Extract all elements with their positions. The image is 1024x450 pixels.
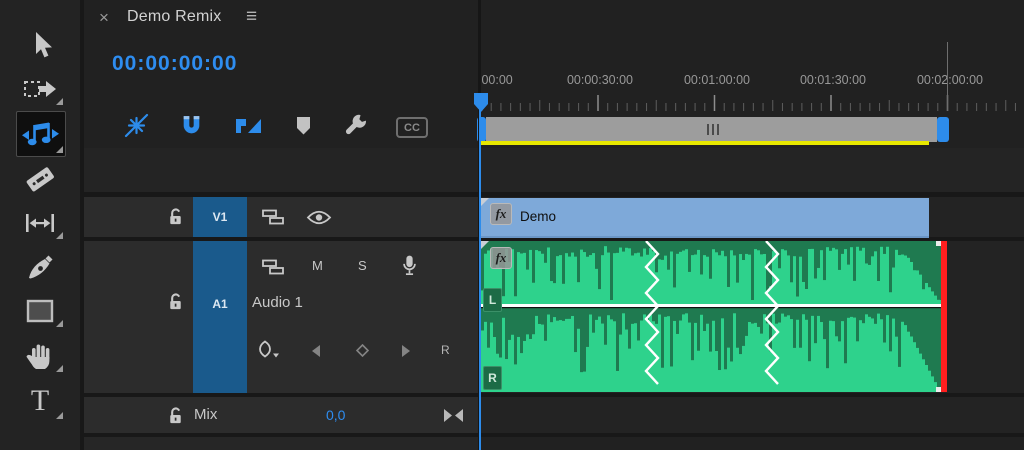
hand-icon: [25, 340, 55, 372]
eye-icon: [306, 210, 332, 230]
mix-track-lock-button[interactable]: [166, 406, 185, 431]
audio-track-lock-button[interactable]: [166, 292, 185, 317]
scrollbar-grip: [712, 124, 714, 135]
flyout-triangle: [56, 232, 63, 239]
open-lock-icon: [166, 293, 185, 316]
timeline-display-settings-button[interactable]: [343, 112, 369, 143]
channel-left-badge: L: [483, 288, 502, 312]
linked-selection-icon: [234, 116, 262, 141]
flyout-triangle: [56, 146, 63, 153]
pen-tool-button[interactable]: [18, 248, 62, 286]
snap-toggle-button[interactable]: [179, 113, 204, 143]
end-of-media-marker: [941, 241, 947, 392]
ruler-tick-label: 00:02:00:00: [916, 73, 984, 87]
video-target-label: V1: [212, 210, 228, 224]
linked-selection-button[interactable]: [234, 116, 262, 141]
ruler-tick-label: :00:00: [478, 73, 513, 87]
previous-keyframe-button[interactable]: [311, 344, 321, 363]
solo-track-button[interactable]: S: [358, 258, 367, 273]
mix-volume-value[interactable]: 0,0: [326, 407, 345, 423]
render-bar-yellow: [481, 141, 929, 145]
voiceover-record-button[interactable]: [401, 254, 418, 282]
razor-tool-button[interactable]: [18, 160, 62, 198]
mute-track-button[interactable]: M: [312, 258, 323, 273]
open-lock-icon: [166, 407, 185, 430]
add-keyframe-button[interactable]: [355, 343, 370, 362]
track-select-forward-icon: [22, 75, 58, 103]
scrollbar-grip: [717, 124, 719, 135]
audio-waveform: [481, 241, 941, 387]
flyout-triangle: [56, 320, 63, 327]
playhead-head[interactable]: [473, 92, 489, 113]
audio-track-name: Audio 1: [252, 294, 303, 311]
slip-tool-icon: [23, 208, 57, 238]
keyframe-diamond-icon: [256, 340, 281, 364]
video-clip-demo[interactable]: fx Demo: [481, 198, 929, 238]
audio-track-target-button[interactable]: A1: [193, 241, 247, 393]
remix-tool-icon: [20, 119, 60, 151]
type-tool-icon: T: [30, 384, 50, 417]
flyout-triangle: [56, 365, 63, 372]
captions-button[interactable]: CC: [396, 117, 428, 138]
wrench-icon: [343, 112, 369, 143]
clip-corner-fold: [481, 198, 489, 206]
pen-icon: [24, 251, 56, 283]
nest-toggle-button[interactable]: [123, 112, 150, 144]
scrollbar-grip: [707, 124, 709, 135]
zoom-handle-right[interactable]: [937, 117, 949, 142]
sync-lock-icon: [261, 209, 285, 231]
selection-tool-button[interactable]: [18, 26, 62, 64]
selection-arrow-icon: [26, 30, 54, 60]
nest-icon: [123, 112, 150, 144]
flyout-triangle: [56, 98, 63, 105]
timeline-upper-area: [84, 148, 1024, 192]
video-clip-label: Demo: [520, 208, 557, 224]
close-tab-icon[interactable]: ×: [99, 8, 109, 28]
sequence-end-indicator: [947, 42, 948, 111]
video-sync-lock-button[interactable]: [261, 207, 285, 232]
next-keyframe-icon: [401, 345, 411, 362]
bottom-strip: [84, 437, 478, 450]
add-marker-button[interactable]: [295, 115, 312, 141]
clip-corner-fold: [481, 241, 489, 249]
fx-badge: fx: [490, 203, 512, 225]
sync-lock-icon: [261, 259, 285, 281]
open-lock-icon: [166, 208, 185, 231]
razor-icon: [23, 162, 57, 196]
flyout-triangle: [56, 412, 63, 419]
audio-target-label: A1: [212, 297, 228, 311]
microphone-icon: [401, 255, 418, 281]
bowtie-icon: [443, 409, 464, 427]
keyframe-row-r-label: R: [441, 343, 450, 357]
mix-track-label: Mix: [194, 406, 218, 423]
mix-track-lane: [481, 397, 1024, 433]
magnet-icon: [179, 113, 204, 143]
tab-title: Demo Remix: [127, 8, 222, 25]
fx-badge: fx: [490, 247, 512, 269]
playhead-timecode-field[interactable]: 00:00:00:00: [112, 52, 237, 76]
channel-right-badge: R: [483, 366, 502, 390]
toggle-track-output-button[interactable]: [306, 209, 332, 231]
add-keyframe-diamond-icon: [355, 343, 370, 361]
panel-menu-icon[interactable]: ≡: [246, 6, 257, 28]
show-keyframes-button[interactable]: [256, 340, 281, 365]
mix-pan-button[interactable]: [443, 408, 464, 428]
ruler-tick-label: 00:01:00:00: [683, 73, 751, 87]
mix-track-header: [84, 397, 478, 433]
premiere-timeline-panel: T × Demo Remix ≡ 00:00:00:00 CC V1 A1 M …: [0, 0, 1024, 450]
ruler-tick-label: 00:01:30:00: [799, 73, 867, 87]
previous-keyframe-icon: [311, 345, 321, 362]
ruler-tick-label: 00:00:30:00: [566, 73, 634, 87]
video-track-target-button[interactable]: V1: [193, 197, 247, 237]
audio-sync-lock-button[interactable]: [261, 257, 285, 282]
playhead-line[interactable]: [479, 93, 481, 450]
next-keyframe-button[interactable]: [401, 344, 411, 363]
marker-icon: [295, 115, 312, 141]
video-track-lock-button[interactable]: [166, 207, 185, 232]
rectangle-icon: [24, 297, 56, 325]
ruler-tick-marks: [481, 95, 1016, 111]
audio-clip-remix[interactable]: fx L R: [481, 241, 941, 392]
